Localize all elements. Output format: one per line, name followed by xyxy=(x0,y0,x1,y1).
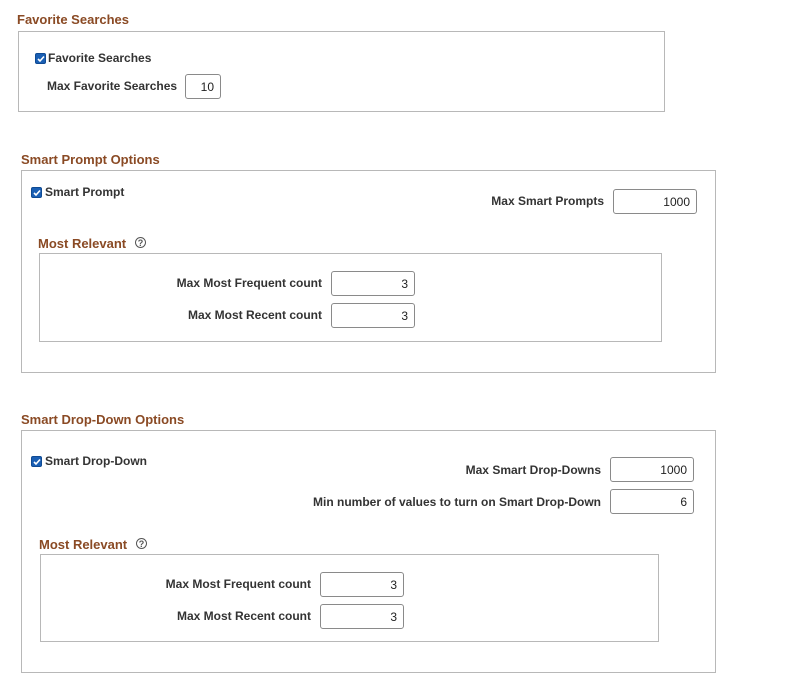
smart-dropdown-checkbox-label[interactable]: Smart Drop-Down xyxy=(45,454,147,468)
smart-dropdown-max-most-frequent-input[interactable] xyxy=(320,572,404,597)
max-smart-prompts-label: Max Smart Prompts xyxy=(491,194,604,208)
smart-dropdown-options-title: Smart Drop-Down Options xyxy=(21,412,185,427)
smart-dropdown-max-most-recent-label: Max Most Recent count xyxy=(176,609,311,623)
question-circle-icon[interactable]: ? xyxy=(136,538,147,549)
checkmark-icon xyxy=(33,458,41,466)
checkmark-icon xyxy=(37,55,45,63)
favorite-searches-group xyxy=(18,31,665,112)
min-values-smart-dropdown-label: Min number of values to turn on Smart Dr… xyxy=(313,495,601,509)
min-values-smart-dropdown-input[interactable] xyxy=(610,489,694,514)
smart-dropdown-max-most-frequent-label: Max Most Frequent count xyxy=(165,577,311,591)
max-smart-dropdowns-input[interactable] xyxy=(610,457,694,482)
smart-prompt-max-most-recent-label: Max Most Recent count xyxy=(187,308,322,322)
max-smart-prompts-input[interactable] xyxy=(613,189,697,214)
checkmark-icon xyxy=(33,189,41,197)
max-smart-dropdowns-label: Max Smart Drop-Downs xyxy=(465,463,601,477)
question-circle-icon[interactable]: ? xyxy=(135,237,146,248)
smart-prompt-max-most-frequent-input[interactable] xyxy=(331,271,415,296)
smart-prompt-checkbox-label[interactable]: Smart Prompt xyxy=(45,185,124,199)
favorite-searches-checkbox-label[interactable]: Favorite Searches xyxy=(48,51,151,65)
smart-dropdown-most-relevant-title: Most Relevant xyxy=(39,537,128,552)
favorite-searches-checkbox[interactable] xyxy=(35,53,46,64)
smart-dropdown-max-most-recent-input[interactable] xyxy=(320,604,404,629)
smart-prompt-most-relevant-group xyxy=(39,253,662,342)
smart-prompt-checkbox[interactable] xyxy=(31,187,42,198)
smart-prompt-options-title: Smart Prompt Options xyxy=(21,152,160,167)
smart-prompt-max-most-recent-input[interactable] xyxy=(331,303,415,328)
favorite-searches-title: Favorite Searches xyxy=(17,12,130,27)
max-favorite-searches-label: Max Favorite Searches xyxy=(47,79,178,93)
smart-prompt-max-most-frequent-label: Max Most Frequent count xyxy=(176,276,322,290)
smart-dropdown-checkbox[interactable] xyxy=(31,456,42,467)
smart-prompt-most-relevant-title: Most Relevant xyxy=(38,236,127,251)
max-favorite-searches-input[interactable] xyxy=(185,74,221,99)
